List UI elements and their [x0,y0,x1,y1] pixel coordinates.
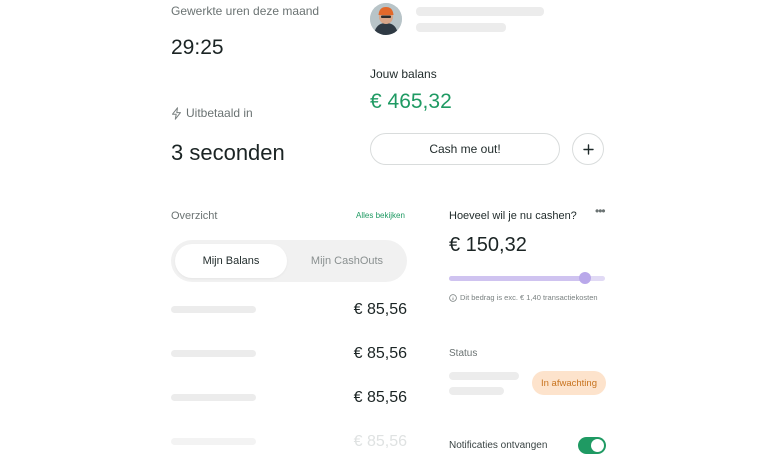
paid-in-label-row: Uitbetaald in [171,106,253,120]
status-detail-skeleton [449,387,504,395]
amount-slider-fill [449,276,585,281]
notifications-toggle[interactable] [578,437,606,454]
list-item-amount: € 85,56 [353,345,407,362]
row-label-skeleton [171,394,256,401]
balance-label: Jouw balans [370,67,437,81]
see-all-link[interactable]: Alles bekijken [356,211,405,220]
status-badge: In afwachting [532,371,606,395]
info-icon [449,293,457,302]
cashout-amount: € 150,32 [449,234,527,256]
row-label-skeleton [171,438,256,445]
paid-in-label: Uitbetaald in [186,106,253,120]
cash-me-out-button[interactable]: Cash me out! [370,133,560,165]
lightning-icon [171,106,182,120]
worked-hours-label: Gewerkte uren deze maand [171,4,320,18]
add-button[interactable] [572,133,604,165]
tab-mijn-cashouts[interactable]: Mijn CashOuts [291,244,403,278]
fee-note: Dit bedrag is exc. € 1,40 transactiekost… [460,293,598,302]
toggle-knob [591,439,604,452]
profile-subtitle-skeleton [416,23,506,32]
paid-in-value: 3 seconden [171,140,285,165]
avatar[interactable] [370,3,402,35]
overview-label: Overzicht [171,210,218,222]
list-item-amount: € 85,56 [353,301,407,318]
status-label: Status [449,348,478,359]
row-label-skeleton [171,350,256,357]
amount-slider-thumb[interactable] [579,272,591,284]
list-item-amount: € 85,56 [353,433,407,450]
balance-value: € 465,32 [370,90,452,113]
profile-name-skeleton [416,7,544,16]
worked-hours-value: 29:25 [171,36,224,59]
plus-icon [582,143,594,155]
more-dots-icon[interactable]: ••• [595,204,606,218]
row-label-skeleton [171,306,256,313]
list-item-amount: € 85,56 [353,389,407,406]
status-detail-skeleton [449,372,519,380]
notifications-label: Notificaties ontvangen [449,440,548,451]
tab-mijn-balans[interactable]: Mijn Balans [175,244,287,278]
cashout-question: Hoeveel wil je nu cashen? [449,210,577,222]
fee-note-row: Dit bedrag is exc. € 1,40 transactiekost… [449,293,598,302]
